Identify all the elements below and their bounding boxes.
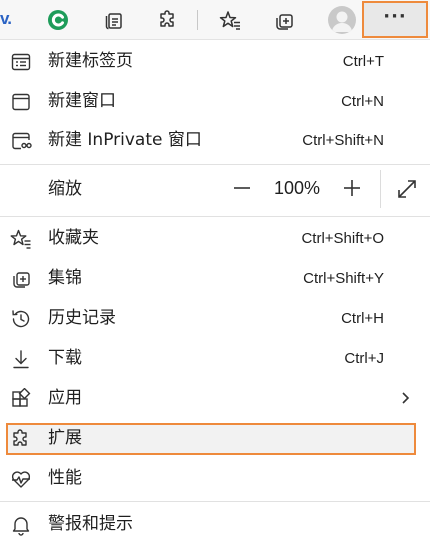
- menu-item-shortcut: Ctrl+N: [341, 93, 384, 110]
- menu-item-zoom: 缩放: [0, 170, 430, 208]
- extensions-puzzle-icon[interactable]: [152, 4, 184, 36]
- inprivate-window-icon: [12, 132, 32, 150]
- menu-item-history[interactable]: 历史记录 Ctrl+H: [0, 300, 430, 338]
- menu-item-performance[interactable]: 性能: [0, 460, 430, 498]
- menu-item-label: 下载: [48, 348, 82, 368]
- favorites-icon: [10, 229, 31, 249]
- collections-icon: [13, 272, 30, 288]
- menu-item-alerts-tips[interactable]: 警报和提示: [0, 506, 430, 540]
- menu-item-label: 扩展: [48, 428, 82, 448]
- chevron-right-icon: [402, 392, 410, 404]
- menu-item-extensions[interactable]: 扩展: [0, 420, 430, 458]
- zoom-level-value: 100%: [274, 178, 321, 198]
- refresh-c-icon[interactable]: [42, 4, 74, 36]
- more-options-button[interactable]: ···: [362, 1, 428, 38]
- collections-stack-icon[interactable]: [98, 4, 130, 36]
- menu-item-label: 性能: [48, 468, 82, 488]
- history-icon: [12, 310, 30, 328]
- new-window-icon: [12, 93, 30, 111]
- menu-item-label: 收藏夹: [48, 228, 99, 248]
- menu-divider: [0, 164, 430, 165]
- menu-item-shortcut: Ctrl+T: [342, 53, 384, 70]
- menu-item-new-window[interactable]: 新建窗口 Ctrl+N: [0, 83, 430, 121]
- performance-heart-icon: [11, 471, 31, 488]
- menu-item-label: 集锦: [48, 268, 82, 288]
- profile-avatar[interactable]: [328, 6, 356, 34]
- toolbar-divider: [197, 10, 198, 30]
- zoom-divider: [380, 170, 381, 208]
- menu-item-downloads[interactable]: 下载 Ctrl+J: [0, 340, 430, 378]
- menu-item-label: 历史记录: [48, 308, 116, 328]
- menu-item-label: 警报和提示: [48, 514, 133, 534]
- collections-add-icon[interactable]: [268, 4, 300, 36]
- menu-item-apps[interactable]: 应用: [0, 380, 430, 418]
- menu-item-label: 新建 InPrivate 窗口: [48, 130, 202, 150]
- menu-item-label: 新建窗口: [48, 91, 116, 111]
- menu-item-shortcut: Ctrl+H: [341, 310, 384, 327]
- menu-divider: [0, 501, 430, 502]
- menu-item-shortcut: Ctrl+Shift+N: [302, 132, 384, 149]
- menu-item-shortcut: Ctrl+Shift+Y: [303, 270, 384, 287]
- fullscreen-button[interactable]: [395, 177, 419, 201]
- menu-item-new-tab[interactable]: 新建标签页 Ctrl+T: [0, 43, 430, 81]
- bell-icon: [12, 517, 30, 536]
- menu-divider: [0, 216, 430, 217]
- menu-item-shortcut: Ctrl+Shift+O: [301, 230, 384, 247]
- download-icon: [13, 350, 29, 369]
- menu-item-shortcut: Ctrl+J: [344, 350, 384, 367]
- zoom-out-button[interactable]: [230, 176, 254, 200]
- menu-item-new-inprivate-window[interactable]: 新建 InPrivate 窗口 Ctrl+Shift+N: [0, 122, 430, 160]
- zoom-in-button[interactable]: [340, 176, 364, 200]
- browser-toolbar: v. ···: [0, 0, 430, 40]
- apps-grid-icon: [12, 388, 31, 407]
- menu-item-label: 应用: [48, 388, 82, 408]
- menu-item-collections[interactable]: 集锦 Ctrl+Shift+Y: [0, 260, 430, 298]
- new-tab-icon: [11, 53, 31, 71]
- menu-item-label: 新建标签页: [48, 51, 133, 71]
- partial-address-text: v.: [0, 9, 12, 28]
- zoom-label: 缩放: [48, 179, 82, 199]
- more-dots-icon: ···: [383, 5, 407, 27]
- extensions-icon: [13, 429, 27, 446]
- menu-item-favorites[interactable]: 收藏夹 Ctrl+Shift+O: [0, 220, 430, 258]
- favorites-star-icon[interactable]: [214, 4, 246, 36]
